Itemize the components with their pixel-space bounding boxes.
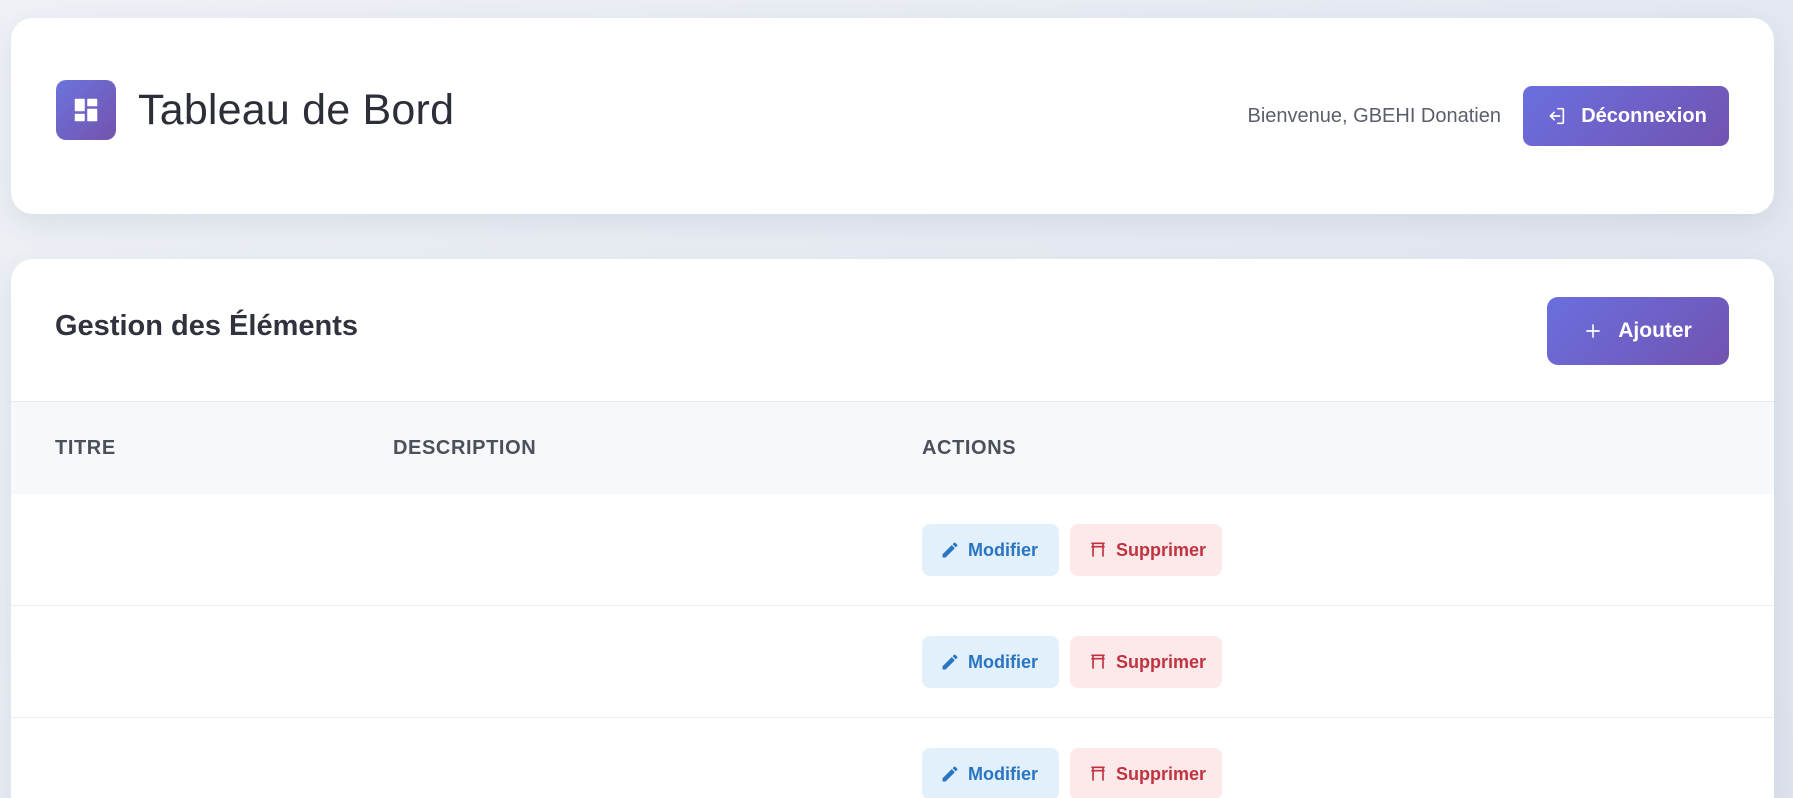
delete-button[interactable]: Supprimer — [1070, 524, 1222, 576]
header-user-area: Bienvenue, GBEHI Donatien Déconnexion — [1247, 86, 1729, 146]
dashboard-icon — [56, 80, 116, 140]
welcome-text: Bienvenue, GBEHI Donatien — [1247, 104, 1502, 127]
logout-label: Déconnexion — [1581, 104, 1707, 127]
logout-icon — [1545, 105, 1567, 127]
add-label: Ajouter — [1618, 319, 1692, 342]
table-row: Modifier Supprimer — [11, 606, 1774, 718]
edit-label: Modifier — [968, 651, 1038, 672]
brand: Tableau de Bord — [56, 80, 454, 140]
add-button[interactable]: Ajouter — [1547, 297, 1729, 365]
edit-button[interactable]: Modifier — [922, 748, 1059, 798]
row-actions: Modifier Supprimer — [922, 524, 1222, 576]
pencil-icon — [940, 652, 960, 672]
items-table: TITRE DESCRIPTION ACTIONS Modifier Suppr… — [11, 402, 1774, 798]
page-title: Tableau de Bord — [138, 85, 455, 134]
table-row: Modifier Supprimer — [11, 494, 1774, 606]
trash-icon — [1088, 764, 1108, 784]
delete-label: Supprimer — [1116, 763, 1207, 784]
header-card: Tableau de Bord Bienvenue, GBEHI Donatie… — [11, 18, 1774, 214]
plus-icon — [1584, 322, 1602, 340]
row-actions: Modifier Supprimer — [922, 636, 1222, 688]
table-row: Modifier Supprimer — [11, 718, 1774, 798]
pencil-icon — [940, 540, 960, 560]
trash-icon — [1088, 540, 1108, 560]
edit-label: Modifier — [968, 763, 1038, 784]
edit-button[interactable]: Modifier — [922, 636, 1059, 688]
pencil-icon — [940, 764, 960, 784]
edit-button[interactable]: Modifier — [922, 524, 1059, 576]
delete-label: Supprimer — [1116, 651, 1207, 672]
delete-button[interactable]: Supprimer — [1070, 636, 1222, 688]
column-header-actions: ACTIONS — [922, 436, 1017, 459]
delete-button[interactable]: Supprimer — [1070, 748, 1222, 798]
edit-label: Modifier — [968, 539, 1038, 560]
logout-button[interactable]: Déconnexion — [1523, 86, 1729, 146]
column-header-description: DESCRIPTION — [393, 436, 537, 459]
row-actions: Modifier Supprimer — [922, 748, 1222, 798]
items-card-header: Gestion des Éléments Ajouter — [11, 259, 1774, 402]
column-header-title: TITRE — [55, 436, 116, 459]
table-header: TITRE DESCRIPTION ACTIONS — [11, 402, 1774, 494]
items-card: Gestion des Éléments Ajouter TITRE DESCR… — [11, 259, 1774, 798]
trash-icon — [1088, 652, 1108, 672]
section-title: Gestion des Éléments — [55, 310, 358, 342]
delete-label: Supprimer — [1116, 539, 1207, 560]
